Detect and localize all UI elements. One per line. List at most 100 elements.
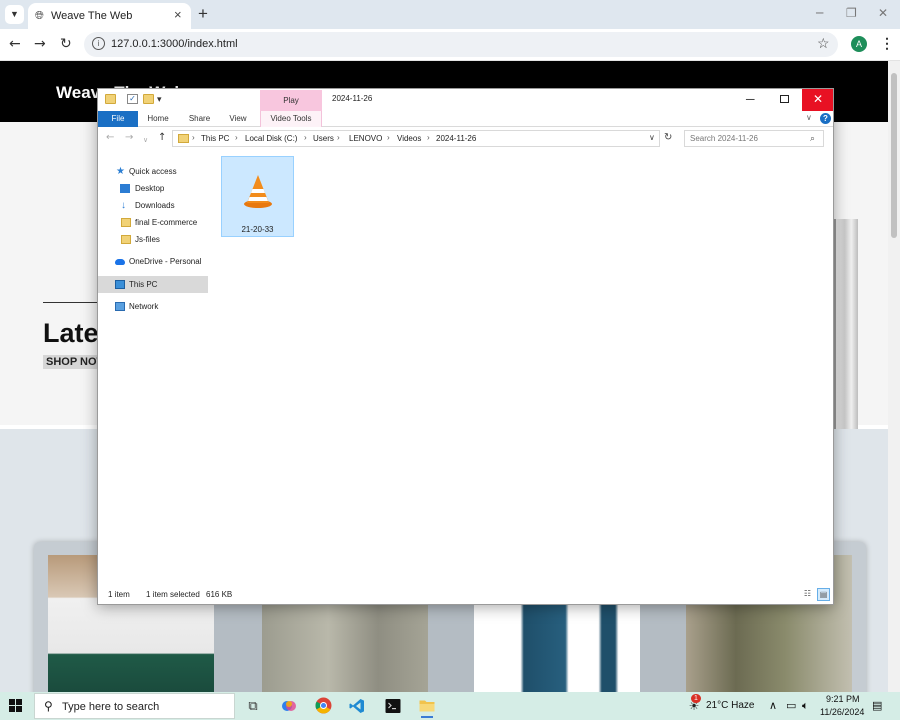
explorer-title-bar: ✓ ▾ Play 2024-11-26 ─ ✕ <box>98 89 833 111</box>
ribbon-tab-home[interactable]: Home <box>142 111 174 127</box>
explorer-maximize-icon[interactable] <box>780 95 789 103</box>
sidebar-item-onedrive[interactable]: OneDrive - Personal <box>98 253 208 270</box>
notification-center-icon[interactable]: ▤ <box>872 699 882 712</box>
forward-icon[interactable]: → <box>34 36 46 52</box>
breadcrumb-current-folder[interactable]: 2024-11-26 <box>436 134 476 143</box>
up-one-level-icon[interactable]: ↑ <box>158 132 166 144</box>
browser-menu-icon[interactable]: ⋮ <box>880 35 894 51</box>
ribbon-tab-share[interactable]: Share <box>183 111 216 127</box>
tab-close-icon[interactable]: × <box>174 8 182 22</box>
refresh-icon[interactable]: ↻ <box>664 132 672 144</box>
browser-close-icon[interactable]: ✕ <box>878 6 888 20</box>
recent-locations-icon[interactable]: ∨ <box>143 134 148 146</box>
browser-minimize-icon[interactable]: ─ <box>816 6 823 20</box>
large-icons-view-icon[interactable]: ▤ <box>817 588 830 601</box>
breadcrumb-this-pc[interactable]: This PC <box>201 134 229 143</box>
sidebar-item-downloads[interactable]: ↓ Downloads <box>98 197 208 214</box>
breadcrumb-users[interactable]: Users <box>313 134 334 143</box>
expand-ribbon-icon[interactable]: ∨ <box>806 113 812 122</box>
sidebar-item-label: OneDrive - Personal <box>129 257 202 266</box>
sidebar-item-quick-access[interactable]: ★ Quick access <box>98 163 208 180</box>
folder-icon <box>121 218 131 227</box>
explorer-ribbon: File Home Share View Video Tools ∨ ? <box>98 111 833 127</box>
new-tab-button[interactable]: + <box>198 4 208 24</box>
breadcrumb-separator-icon[interactable]: › <box>304 133 307 142</box>
sidebar-item-desktop[interactable]: Desktop <box>98 180 208 197</box>
address-bar[interactable]: i 127.0.0.1:3000/index.html ☆ <box>84 32 838 57</box>
ribbon-tab-video-tools[interactable]: Video Tools <box>260 111 322 127</box>
reload-icon[interactable]: ↻ <box>60 36 72 52</box>
tab-search-dropdown-icon[interactable]: ▼ <box>5 5 24 24</box>
details-view-icon[interactable]: ☷ <box>801 588 814 601</box>
sidebar-item-final-ecommerce[interactable]: final E-commerce <box>98 214 208 231</box>
sidebar-item-network[interactable]: Network <box>98 298 208 315</box>
new-folder-icon[interactable] <box>143 94 154 104</box>
sidebar-item-label: This PC <box>129 280 158 289</box>
copilot-icon[interactable] <box>277 694 301 718</box>
browser-tab[interactable]: 🌐︎ Weave The Web × <box>28 3 191 29</box>
bookmark-star-icon[interactable]: ☆ <box>817 35 830 52</box>
hero-divider <box>43 302 103 303</box>
file-explorer-icon[interactable] <box>415 694 439 718</box>
network-icon <box>115 302 125 311</box>
volume-icon[interactable]: 🔈︎ <box>802 699 809 712</box>
sidebar-item-label: Network <box>129 302 159 311</box>
sidebar-item-label: Downloads <box>135 201 175 210</box>
breadcrumb-separator-icon[interactable]: › <box>427 133 430 142</box>
explorer-minimize-icon[interactable]: ─ <box>746 91 755 107</box>
file-list-pane[interactable]: 21-20-33 <box>218 151 833 579</box>
search-icon: ⚲ <box>44 699 53 713</box>
breadcrumb-local-disk[interactable]: Local Disk (C:) <box>245 134 297 143</box>
shop-now-button[interactable]: SHOP NOW <box>43 355 99 369</box>
terminal-icon[interactable] <box>381 694 405 718</box>
vscode-icon[interactable] <box>345 694 369 718</box>
browser-restore-icon[interactable]: ❐ <box>846 6 857 20</box>
breadcrumb-separator-icon[interactable]: › <box>192 133 195 142</box>
explorer-search-box[interactable]: Search 2024-11-26 ⌕ <box>684 130 824 147</box>
profile-avatar[interactable]: A <box>851 36 867 52</box>
explorer-address-bar[interactable]: › This PC › Local Disk (C:) › Users › LE… <box>172 130 660 147</box>
page-scrollbar[interactable] <box>888 61 900 692</box>
file-explorer-window: ✓ ▾ Play 2024-11-26 ─ ✕ File Home Share … <box>97 88 834 605</box>
vlc-icon <box>244 175 272 208</box>
show-hidden-icons-icon[interactable]: ∧ <box>769 699 777 712</box>
network-status-icon[interactable]: ▭ <box>786 699 796 712</box>
breadcrumb-separator-icon[interactable]: › <box>387 133 390 142</box>
url-text[interactable]: 127.0.0.1:3000/index.html <box>111 38 238 50</box>
help-icon[interactable]: ? <box>820 113 831 124</box>
weather-notification-badge: 1 <box>691 694 701 703</box>
explorer-navigation-bar: ← → ∨ ↑ › This PC › Local Disk (C:) › Us… <box>98 127 833 151</box>
chrome-icon[interactable] <box>311 694 335 718</box>
sidebar-item-label: Js-files <box>135 235 160 244</box>
task-view-icon[interactable]: ⧉ <box>241 694 265 718</box>
folder-icon <box>178 134 189 143</box>
back-icon[interactable]: ← <box>9 36 21 52</box>
sidebar-item-js-files[interactable]: Js-files <box>98 231 208 248</box>
clock-date[interactable]: 11/26/2024 <box>820 707 864 717</box>
explorer-back-icon[interactable]: ← <box>106 132 114 144</box>
windows-start-icon[interactable] <box>9 699 23 713</box>
play-context-tab[interactable]: Play <box>260 90 322 111</box>
scrollbar-thumb[interactable] <box>891 73 897 238</box>
properties-icon[interactable]: ✓ <box>127 94 138 104</box>
item-count: 1 item <box>108 590 130 599</box>
site-info-icon[interactable]: i <box>92 37 105 50</box>
file-item[interactable]: 21-20-33 <box>221 156 294 237</box>
explorer-forward-icon[interactable]: → <box>125 132 133 144</box>
ribbon-tab-file[interactable]: File <box>98 111 138 127</box>
star-icon: ★ <box>116 166 125 177</box>
sidebar-item-this-pc[interactable]: This PC <box>98 276 208 293</box>
breadcrumb-separator-icon[interactable]: › <box>337 133 340 142</box>
breadcrumb-videos[interactable]: Videos <box>397 134 421 143</box>
windows-taskbar: ⚲ Type here to search ⧉ ☀︎ 1 21°C Haze ∧… <box>0 692 900 720</box>
customize-toolbar-icon[interactable]: ▾ <box>157 94 168 104</box>
breadcrumb-lenovo[interactable]: LENOVO <box>349 134 382 143</box>
taskbar-search-box[interactable]: ⚲ Type here to search <box>34 693 235 719</box>
weather-text[interactable]: 21°C Haze <box>706 700 754 711</box>
clock-time[interactable]: 9:21 PM <box>826 694 860 704</box>
ribbon-tab-view[interactable]: View <box>224 111 252 127</box>
breadcrumb-separator-icon[interactable]: › <box>235 133 238 142</box>
computer-icon <box>115 280 125 289</box>
explorer-close-button[interactable]: ✕ <box>802 89 833 111</box>
address-dropdown-icon[interactable]: ∨ <box>649 133 655 142</box>
